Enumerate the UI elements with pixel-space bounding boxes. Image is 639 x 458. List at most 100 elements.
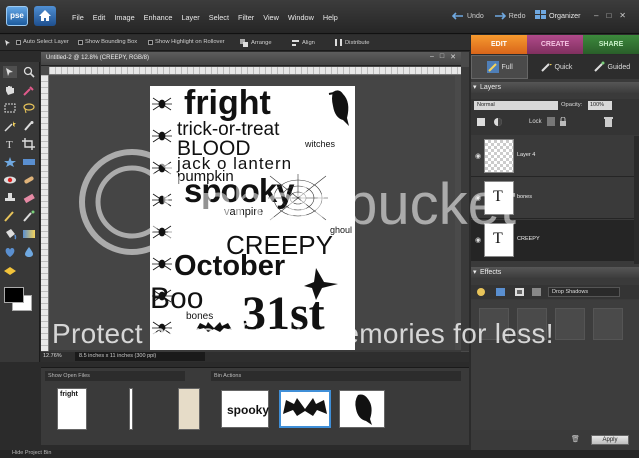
- lock-transparency-icon[interactable]: [547, 117, 555, 126]
- sponge-tool-icon[interactable]: [3, 264, 17, 276]
- menu-file[interactable]: File: [72, 13, 84, 22]
- subtab-guided-label: Guided: [607, 63, 631, 71]
- layers-scrollbar[interactable]: [634, 136, 639, 264]
- document-tab[interactable]: Untitled-2 @ 12.8% (CREEPY, RGB/8) – □ ✕: [41, 52, 461, 66]
- healing-brush-tool-icon[interactable]: [22, 174, 36, 186]
- tab-edit[interactable]: EDIT: [471, 35, 527, 54]
- word-fright: fright: [184, 86, 271, 122]
- eyedropper-tool-icon[interactable]: [22, 84, 36, 96]
- tab-share[interactable]: SHARE: [583, 35, 639, 54]
- shape-tool-icon[interactable]: [3, 246, 17, 258]
- gradient-tool-icon[interactable]: [22, 228, 36, 240]
- smart-brush-tool-icon[interactable]: [22, 210, 36, 222]
- crop-tool-icon[interactable]: [22, 138, 36, 150]
- menu-filter[interactable]: Filter: [238, 13, 254, 22]
- bin-thumbnail-spooky[interactable]: spooky: [221, 390, 269, 428]
- type-tool-icon[interactable]: T: [3, 138, 17, 150]
- menu-layer[interactable]: Layer: [181, 13, 199, 22]
- new-layer-icon[interactable]: [476, 117, 486, 127]
- eraser-tool-icon[interactable]: [22, 192, 36, 204]
- show-all-icon[interactable]: [531, 287, 542, 297]
- undo-button[interactable]: Undo: [452, 12, 484, 20]
- home-button[interactable]: [34, 6, 56, 26]
- bounding-box-checkbox[interactable]: [78, 39, 83, 45]
- home-icon: [39, 10, 51, 21]
- tab-create[interactable]: CREATE: [527, 35, 583, 54]
- subtab-quick-label: Quick: [554, 63, 573, 71]
- menu-select[interactable]: Select: [209, 13, 229, 22]
- bin-thumbnail-crow[interactable]: [339, 390, 385, 428]
- document-size-info[interactable]: 8.5 inches x 11 inches (300 ppi): [75, 352, 205, 361]
- effect-thumbnail[interactable]: [593, 308, 623, 340]
- bin-actions-menu[interactable]: Bin Actions: [211, 371, 461, 381]
- selection-brush-tool-icon[interactable]: [22, 120, 36, 132]
- foreground-color-swatch[interactable]: [4, 287, 24, 303]
- effects-trash-icon[interactable]: 🗑: [571, 435, 580, 443]
- bounding-box-option[interactable]: Show Bounding Box: [78, 39, 137, 45]
- menu-help[interactable]: Help: [323, 13, 338, 22]
- subtab-quick[interactable]: Quick: [528, 55, 583, 79]
- arrange-menu[interactable]: Arrange: [240, 39, 272, 47]
- menu-image[interactable]: Image: [114, 13, 134, 22]
- trash-icon[interactable]: [604, 117, 613, 127]
- menu-view[interactable]: View: [263, 13, 279, 22]
- document-window-controls: – □ ✕: [430, 53, 456, 61]
- show-open-files-dropdown[interactable]: Show Open Files: [45, 371, 185, 381]
- red-eye-tool-icon[interactable]: [3, 174, 17, 186]
- bin-thumbnail-strip[interactable]: [129, 388, 133, 430]
- move-tool-icon[interactable]: [3, 66, 17, 78]
- bin-thumbnail-paper[interactable]: [178, 388, 200, 430]
- redo-button[interactable]: Redo: [494, 12, 526, 20]
- apply-button[interactable]: Apply: [591, 435, 629, 445]
- organizer-button[interactable]: Organizer: [535, 10, 581, 20]
- photo-effects-icon[interactable]: [514, 287, 525, 297]
- brush-tool-icon[interactable]: [3, 210, 17, 222]
- minimize-button[interactable]: –: [594, 11, 598, 20]
- blend-mode-dropdown[interactable]: Normal: [474, 101, 558, 110]
- lasso-tool-icon[interactable]: [22, 102, 36, 114]
- cookie-cutter-tool-icon[interactable]: [3, 156, 17, 168]
- subtab-guided[interactable]: Guided: [584, 55, 639, 79]
- highlight-rollover-option[interactable]: Show Highlight on Rollover: [148, 39, 225, 45]
- menu-enhance[interactable]: Enhance: [144, 13, 173, 22]
- effects-toolbar: Drop Shadows: [471, 285, 639, 299]
- filters-icon[interactable]: [476, 287, 487, 297]
- bin-thumbnail-collage[interactable]: fright: [57, 388, 87, 430]
- marquee-tool-icon[interactable]: [3, 102, 17, 114]
- effect-thumbnail[interactable]: [555, 308, 585, 340]
- highlight-checkbox[interactable]: [148, 39, 153, 45]
- effects-category-dropdown[interactable]: Drop Shadows: [548, 287, 620, 297]
- zoom-level[interactable]: 12.76%: [43, 353, 62, 359]
- layer-styles-icon[interactable]: [495, 287, 506, 297]
- close-button[interactable]: ✕: [619, 11, 626, 20]
- move-tool-options-icon[interactable]: [4, 39, 12, 47]
- opacity-input[interactable]: 100%: [588, 101, 612, 110]
- hide-project-bin-toggle[interactable]: Hide Project Bin: [0, 450, 639, 458]
- magic-wand-tool-icon[interactable]: [3, 120, 17, 132]
- doc-close-button[interactable]: ✕: [450, 53, 456, 61]
- blur-tool-icon[interactable]: [22, 246, 36, 258]
- auto-select-checkbox[interactable]: [16, 39, 21, 45]
- bin-thumbnail-bat[interactable]: [279, 390, 331, 428]
- auto-select-layer-option[interactable]: Auto Select Layer: [16, 39, 69, 45]
- menu-edit[interactable]: Edit: [93, 13, 106, 22]
- menu-window[interactable]: Window: [288, 13, 314, 22]
- align-menu[interactable]: Align: [292, 39, 315, 47]
- clone-stamp-tool-icon[interactable]: [3, 192, 17, 204]
- layers-panel-header[interactable]: Layers: [471, 82, 639, 93]
- straighten-tool-icon[interactable]: [22, 156, 36, 168]
- effects-panel-header[interactable]: Effects: [471, 267, 639, 278]
- redo-label: Redo: [508, 12, 526, 20]
- maximize-button[interactable]: □: [606, 11, 611, 20]
- hand-tool-icon[interactable]: [3, 84, 17, 96]
- adjustment-layer-icon[interactable]: [493, 117, 503, 127]
- paint-bucket-tool-icon[interactable]: [3, 228, 17, 240]
- subtab-full[interactable]: Full: [471, 55, 529, 79]
- doc-minimize-button[interactable]: –: [430, 53, 434, 61]
- distribute-menu[interactable]: Distribute: [335, 39, 369, 47]
- watermark-banner-text: Protect more of your memories for less!: [52, 318, 554, 349]
- zoom-tool-icon[interactable]: [22, 66, 36, 78]
- lock-all-icon[interactable]: [559, 117, 567, 126]
- doc-maximize-button[interactable]: □: [440, 53, 444, 61]
- full-edit-icon: [486, 61, 499, 73]
